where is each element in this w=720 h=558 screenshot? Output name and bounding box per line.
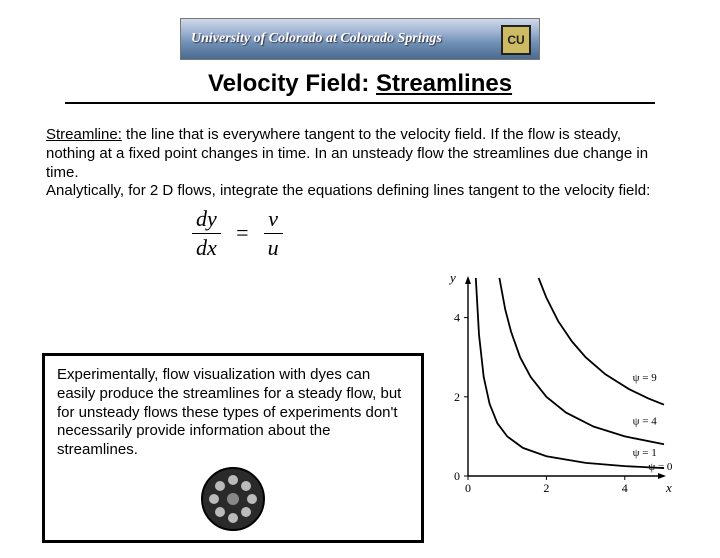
svg-text:0: 0	[465, 481, 471, 495]
page-title: Velocity Field: Streamlines	[0, 70, 720, 98]
paragraph-1: Streamline: the line that is everywhere …	[46, 126, 674, 182]
lhs-den: dx	[192, 234, 221, 262]
title-prefix: Velocity Field:	[208, 70, 376, 97]
university-banner: University of Colorado at Colorado Sprin…	[180, 18, 540, 60]
title-emph: Streamlines	[376, 70, 512, 97]
svg-text:ψ = 1: ψ = 1	[633, 447, 657, 459]
svg-text:4: 4	[622, 481, 628, 495]
svg-text:4: 4	[454, 311, 460, 325]
svg-text:2: 2	[543, 481, 549, 495]
rhs-fraction: v u	[264, 205, 283, 261]
rhs-den: u	[264, 234, 283, 262]
film-reel-icon	[200, 466, 266, 532]
svg-text:2: 2	[454, 390, 460, 404]
banner-text: University of Colorado at Colorado Sprin…	[191, 31, 442, 47]
equation: dy dx = v u	[186, 205, 674, 261]
cu-logo-icon: CU	[501, 25, 531, 55]
term-streamline: Streamline:	[46, 126, 122, 143]
para1-text: the line that is everywhere tangent to t…	[46, 126, 648, 181]
paragraph-2: Analytically, for 2 D flows, integrate t…	[46, 182, 674, 201]
svg-text:ψ = 0: ψ = 0	[648, 461, 673, 473]
rhs-num: v	[264, 205, 282, 233]
body-text: Streamline: the line that is everywhere …	[0, 126, 720, 261]
lhs-fraction: dy dx	[192, 205, 221, 261]
svg-text:ψ = 4: ψ = 4	[633, 416, 658, 428]
experiment-box: Experimentally, flow visualization with …	[42, 353, 424, 543]
lhs-num: dy	[192, 205, 221, 233]
title-rule	[65, 102, 655, 104]
chart-svg: 0 2 4 0 2 4 x y ψ = 0 ψ = 1 ψ = 4 ψ = 9	[438, 270, 674, 500]
equals-sign: =	[235, 219, 250, 247]
svg-text:ψ = 9: ψ = 9	[633, 372, 658, 384]
svg-text:y: y	[448, 270, 456, 285]
experiment-text: Experimentally, flow visualization with …	[57, 366, 409, 460]
streamlines-chart: 0 2 4 0 2 4 x y ψ = 0 ψ = 1 ψ = 4 ψ = 9	[438, 270, 674, 500]
svg-text:x: x	[665, 480, 672, 495]
svg-text:0: 0	[454, 469, 460, 483]
